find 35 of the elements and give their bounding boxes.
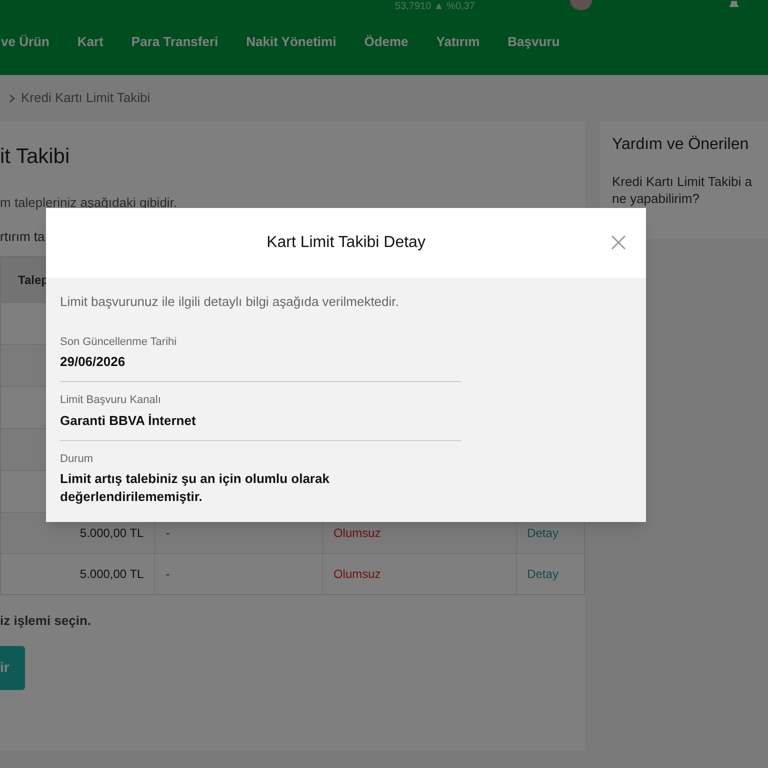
dialog-title: Kart Limit Takibi Detay xyxy=(266,233,426,253)
nav-item[interactable]: Ödeme xyxy=(364,32,408,52)
nav-item[interactable]: Yatırım xyxy=(436,32,480,52)
continue-button[interactable]: ir xyxy=(0,646,25,690)
dialog-intro: Limit başvurunuz ile ilgili detaylı bilgi aşağıda verilmektedir. xyxy=(60,293,400,311)
table-cell-text: 5.000,00 TL xyxy=(78,566,145,583)
exchange-rate: 53,7910 ▲ %0,37 xyxy=(395,1,475,13)
nav-item[interactable]: Başvuru xyxy=(508,32,560,52)
detail-link[interactable]: Detay xyxy=(527,524,558,542)
hint-text: iz işlemi seçin. xyxy=(0,612,92,630)
help-link-text[interactable]: Kredi Kartı Limit Takibi a xyxy=(612,173,768,190)
chevron-right-icon xyxy=(9,94,15,102)
field-value: Garanti BBVA İnternet xyxy=(60,412,197,430)
nav-item[interactable]: Para Transferi xyxy=(131,32,218,52)
field-label: Son Güncellenme Tarihi xyxy=(60,334,178,350)
help-link-text[interactable]: ne yapabilirim? xyxy=(612,190,768,207)
breadcrumb-item[interactable]: Kredi Kartı Limit Takibi xyxy=(21,88,150,108)
field-label: Limit Başvuru Kanalı xyxy=(60,393,162,408)
table-cell: - xyxy=(154,554,322,594)
field-value: Limit artış talebiniz şu an için olumlu olarak değerlendirilememiştir. xyxy=(60,470,330,506)
nav-item[interactable]: Kart xyxy=(77,32,104,52)
bell-icon[interactable] xyxy=(726,1,741,9)
intro-text: m talepleriniz aşağıdaki gibidir. xyxy=(0,194,178,212)
nav-item[interactable]: ve Ürün xyxy=(1,32,50,52)
avatar-icon[interactable] xyxy=(570,0,592,10)
note-text: rtırım ta xyxy=(0,229,45,244)
status-text: Olumsuz xyxy=(322,554,516,594)
table-cell-text: 5.000,00 TL xyxy=(78,525,145,542)
detail-link[interactable]: Detay xyxy=(527,565,558,583)
field-label: Durum xyxy=(60,452,94,466)
field-value: 29/06/2026 xyxy=(60,353,126,371)
nav-item[interactable]: Nakit Yönetimi xyxy=(246,32,336,52)
close-icon[interactable] xyxy=(611,235,626,250)
help-title: Yardım ve Önerilen xyxy=(612,134,750,155)
page-title: it Takibi xyxy=(0,144,71,170)
